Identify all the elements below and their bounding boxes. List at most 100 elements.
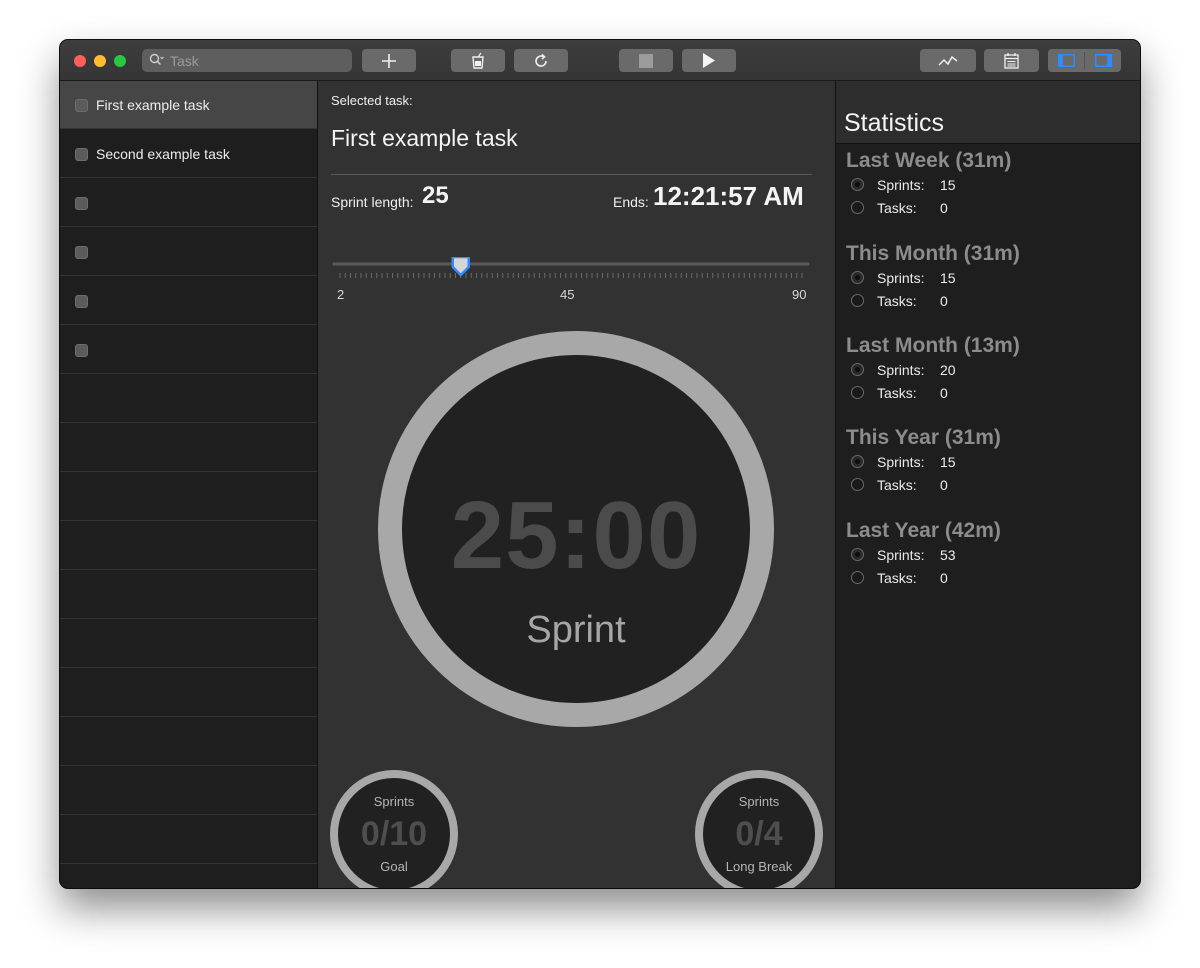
- task-checkbox[interactable]: [75, 197, 88, 210]
- tasks-label: Tasks:: [877, 477, 917, 493]
- slider-min-label: 2: [337, 287, 345, 302]
- empty-row: [60, 669, 317, 717]
- task-row[interactable]: Second example task: [60, 130, 317, 178]
- sprints-radio[interactable]: [851, 455, 864, 468]
- calendar-icon: [1004, 52, 1019, 69]
- toolbar: [60, 40, 1140, 81]
- task-checkbox[interactable]: [75, 295, 88, 308]
- reset-button[interactable]: [514, 49, 568, 72]
- slider-max-label: 90: [792, 287, 807, 302]
- task-checkbox[interactable]: [75, 148, 88, 161]
- toggle-right-panel-button[interactable]: [1085, 49, 1121, 72]
- period-title: Last Month (13m): [846, 334, 1020, 357]
- sprints-radio[interactable]: [851, 363, 864, 376]
- slider-mid-label: 45: [560, 287, 575, 302]
- timer-display: 25:00: [450, 482, 702, 589]
- period-title: This Year (31m): [846, 426, 1001, 449]
- task-row[interactable]: [60, 228, 317, 276]
- tasks-radio[interactable]: [851, 201, 864, 214]
- empty-row: [60, 767, 317, 815]
- period-title: This Month (31m): [846, 242, 1020, 265]
- long-break-counter: Sprints 0/4 Long Break: [694, 769, 824, 888]
- tasks-radio[interactable]: [851, 294, 864, 307]
- sprints-label: Sprints:: [877, 362, 925, 378]
- tasks-value: 0: [940, 570, 948, 586]
- calendar-button[interactable]: [984, 49, 1039, 72]
- sprints-label: Sprints:: [877, 454, 925, 470]
- add-icon: [382, 53, 396, 68]
- goal-value: 0/10: [360, 815, 428, 853]
- ends-time: 12:21:57 AM: [653, 181, 804, 211]
- tasks-label: Tasks:: [877, 570, 917, 586]
- empty-row: [60, 865, 317, 888]
- statistics-header: Statistics: [836, 81, 1140, 144]
- tasks-radio[interactable]: [851, 478, 864, 491]
- minimize-window-button[interactable]: [94, 55, 106, 67]
- sprint-length-label: Sprint length:: [331, 194, 414, 210]
- task-checkbox[interactable]: [75, 99, 88, 112]
- app-window: First example task Second example task: [60, 40, 1140, 888]
- tasks-radio[interactable]: [851, 386, 864, 399]
- tasks-value: 0: [940, 477, 948, 493]
- slider-thumb[interactable]: [451, 257, 470, 277]
- task-row[interactable]: First example task: [60, 81, 317, 129]
- sprints-value: 20: [940, 362, 956, 378]
- sprints-label: Sprints:: [877, 177, 925, 193]
- task-search-field[interactable]: [142, 49, 352, 72]
- break-button[interactable]: [451, 49, 505, 72]
- stop-icon: [639, 53, 653, 68]
- empty-row: [60, 718, 317, 766]
- toggle-left-panel-button[interactable]: [1048, 49, 1084, 72]
- empty-row: [60, 620, 317, 668]
- ends-label: Ends:: [613, 194, 649, 210]
- activity-chart-icon: [938, 55, 958, 66]
- panel-toggle-group: [1048, 49, 1121, 72]
- tasks-label: Tasks:: [877, 385, 917, 401]
- tasks-label: Tasks:: [877, 200, 917, 216]
- play-icon: [703, 53, 715, 68]
- task-row[interactable]: [60, 179, 317, 227]
- period-title: Last Week (31m): [846, 149, 1012, 172]
- timer-panel: Selected task: First example task Sprint…: [318, 81, 836, 888]
- goal-top-label: Sprints: [373, 794, 415, 809]
- zoom-window-button[interactable]: [114, 55, 126, 67]
- timer-mode-label: Sprint: [526, 609, 626, 651]
- tasks-value: 0: [940, 385, 948, 401]
- search-input[interactable]: [170, 51, 346, 70]
- goal-bottom-label: Goal: [380, 859, 408, 874]
- selected-task-title: First example task: [331, 125, 518, 151]
- long-break-top-label: Sprints: [738, 794, 780, 809]
- sprints-radio[interactable]: [851, 548, 864, 561]
- task-checkbox[interactable]: [75, 246, 88, 259]
- empty-row: [60, 816, 317, 864]
- slider-ticks: [339, 273, 803, 278]
- task-row[interactable]: [60, 277, 317, 325]
- activity-chart-button[interactable]: [920, 49, 976, 72]
- task-row[interactable]: [60, 326, 317, 374]
- left-panel-icon: [1057, 54, 1075, 67]
- sprints-label: Sprints:: [877, 547, 925, 563]
- close-window-button[interactable]: [74, 55, 86, 67]
- stop-button[interactable]: [619, 49, 673, 72]
- sprints-label: Sprints:: [877, 270, 925, 286]
- sprints-radio[interactable]: [851, 178, 864, 191]
- play-button[interactable]: [682, 49, 736, 72]
- right-panel-icon: [1094, 54, 1112, 67]
- task-label: Second example task: [96, 146, 230, 162]
- task-checkbox[interactable]: [75, 344, 88, 357]
- statistics-panel: Statistics Last Week (31m) Sprints: 15 T…: [836, 81, 1140, 888]
- tasks-radio[interactable]: [851, 571, 864, 584]
- long-break-bottom-label: Long Break: [725, 859, 793, 874]
- empty-row: [60, 375, 317, 423]
- sprints-value: 15: [940, 177, 956, 193]
- task-list: First example task Second example task: [60, 81, 318, 888]
- sprint-goal-counter: Sprints 0/10 Goal: [329, 769, 459, 888]
- empty-row: [60, 522, 317, 570]
- sprints-radio[interactable]: [851, 271, 864, 284]
- tasks-label: Tasks:: [877, 293, 917, 309]
- divider: [331, 174, 812, 175]
- add-task-button[interactable]: [362, 49, 416, 72]
- tasks-value: 0: [940, 200, 948, 216]
- sprint-length-value: 25: [422, 182, 449, 209]
- selected-task-label: Selected task:: [331, 93, 413, 108]
